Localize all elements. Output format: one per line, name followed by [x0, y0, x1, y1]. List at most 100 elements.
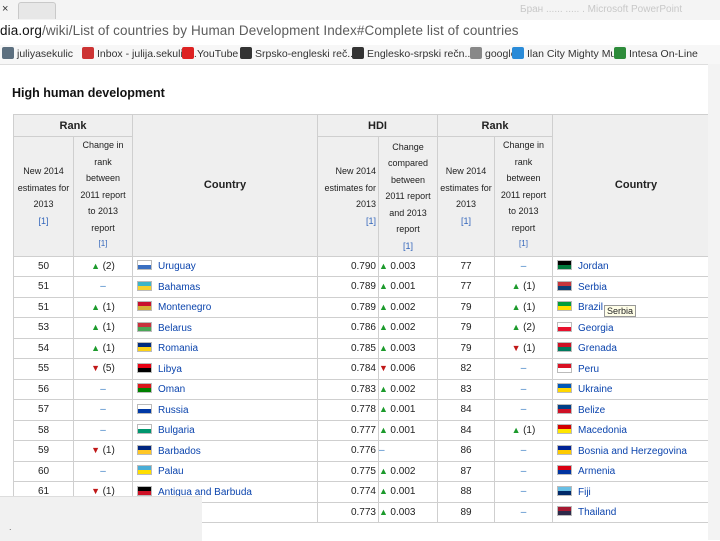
- flag-icon: [557, 280, 572, 291]
- rank-cell-right: 83: [437, 378, 495, 400]
- arrow-up-icon: ▲: [379, 465, 391, 476]
- flag-icon: [557, 465, 572, 476]
- page-icon: [470, 47, 482, 59]
- country-link[interactable]: Fiji: [578, 487, 591, 498]
- country-link[interactable]: Montenegro: [158, 302, 211, 313]
- country-link[interactable]: Peru: [578, 364, 599, 375]
- flag-icon: [137, 342, 152, 353]
- change-value: (1): [523, 281, 536, 293]
- country-cell: Uruguay: [132, 255, 318, 277]
- country-link[interactable]: Brazil: [578, 302, 603, 313]
- change-value: 0.002: [390, 322, 416, 334]
- change-value: (1): [102, 445, 115, 457]
- change-value: (1): [102, 301, 115, 313]
- scrollbar[interactable]: [708, 64, 720, 540]
- country-link[interactable]: Serbia: [578, 282, 607, 293]
- close-icon[interactable]: ×: [2, 3, 8, 15]
- change-value: (2): [523, 322, 536, 334]
- country-link[interactable]: Belarus: [158, 323, 192, 334]
- change-value: (1): [523, 342, 536, 354]
- bookmarks-bar: juliyasekulic Inbox - julija.sekulic... Yo…: [0, 45, 720, 65]
- arrow-up-icon: ▲: [511, 424, 524, 435]
- url-text: dia.org/wiki/List of countries by Human …: [0, 23, 519, 38]
- tooltip: Serbia: [604, 305, 637, 317]
- rank-change-cell-right: ▲ (1): [494, 276, 553, 298]
- hdi-change-cell: ▲ 0.003: [378, 337, 438, 359]
- flag-icon: [137, 321, 152, 332]
- k-icon: [240, 47, 252, 59]
- url-host: dia.org: [0, 23, 42, 38]
- country-link[interactable]: Grenada: [578, 343, 617, 354]
- arrow-down-icon: ▼: [379, 363, 391, 374]
- header-hdi-estimates: New 2014 estimates for 2013 [1]: [317, 136, 379, 257]
- country-link[interactable]: Russia: [158, 405, 189, 416]
- rank-change-cell-right: –: [494, 378, 553, 400]
- country-link[interactable]: Libya: [158, 364, 182, 375]
- change-value: (1): [102, 342, 115, 354]
- change-value: 0.003: [390, 342, 416, 354]
- hdi-change-cell: ▲ 0.002: [378, 296, 438, 318]
- rank-cell: 58: [13, 419, 74, 441]
- flag-icon: [137, 301, 152, 312]
- bookmark-item[interactable]: Srpsko-engleski reč...: [240, 47, 356, 60]
- country-cell-right: Grenada: [552, 337, 720, 359]
- country-link[interactable]: Belize: [578, 405, 605, 416]
- rank-cell-right: 79: [437, 337, 495, 359]
- country-cell-right: Jordan: [552, 255, 720, 277]
- flag-icon: [137, 362, 152, 373]
- rank-cell-right: 86: [437, 440, 495, 462]
- change-value: –: [520, 383, 527, 395]
- rank-cell: 60: [13, 460, 74, 482]
- flag-icon: [137, 485, 152, 496]
- bookmark-item[interactable]: Ilan City Mighty Mu...: [512, 47, 625, 60]
- country-link[interactable]: Jordan: [578, 261, 609, 272]
- gmail-icon: [82, 47, 94, 59]
- change-value: (1): [523, 424, 536, 436]
- table-row: 58– Bulgaria 0.777 ▲ 0.001 84 ▲ (1) Macedonia: [13, 419, 720, 441]
- header-rank: Rank: [13, 114, 133, 137]
- country-link[interactable]: Macedonia: [578, 425, 627, 436]
- country-link[interactable]: Armenia: [578, 466, 615, 477]
- arrow-up-icon: ▲: [91, 342, 103, 353]
- change-value: 0.002: [390, 383, 416, 395]
- country-link[interactable]: Bahamas: [158, 282, 200, 293]
- arrow-down-icon: ▼: [91, 486, 103, 497]
- country-link[interactable]: Thailand: [578, 507, 616, 518]
- bookmark-item[interactable]: YouTube: [182, 47, 238, 60]
- bookmark-item[interactable]: google: [470, 47, 517, 60]
- rank-change-cell: ▲ (2): [73, 255, 133, 277]
- rank-change-cell-right: –: [494, 481, 553, 503]
- table-row: 57– Russia 0.778 ▲ 0.001 84– Belize: [13, 399, 720, 421]
- country-link[interactable]: Bosnia and Herzegovina: [578, 446, 687, 457]
- flag-icon: [137, 444, 152, 455]
- bookmark-item[interactable]: Englesko-srpski rečn...: [352, 47, 473, 60]
- rank-change-cell-right: ▼ (1): [494, 337, 553, 359]
- change-value: (1): [102, 322, 115, 334]
- flag-icon: [557, 342, 572, 353]
- country-cell-right: Armenia: [552, 460, 720, 482]
- country-cell: Belarus: [132, 317, 318, 339]
- flag-icon: [137, 403, 152, 414]
- hdi-change-cell: ▲ 0.001: [378, 419, 438, 441]
- country-link[interactable]: Palau: [158, 466, 184, 477]
- bookmark-item[interactable]: Inbox - julija.sekulic...: [82, 47, 197, 60]
- bookmark-item[interactable]: Intesa On-Line: [614, 47, 698, 60]
- country-link[interactable]: Bulgaria: [158, 425, 195, 436]
- country-link[interactable]: Uruguay: [158, 261, 196, 272]
- table-row: 59 ▼ (1) Barbados 0.776–86– Bosnia and Herze…: [13, 440, 720, 462]
- jimdo-icon: [512, 47, 524, 59]
- window-title: Бран ...... ..... . Microsoft PowerPoint: [520, 4, 683, 15]
- browser-tab[interactable]: [18, 2, 56, 19]
- rank-cell: 57: [13, 399, 74, 421]
- address-bar[interactable]: dia.org/wiki/List of countries by Human …: [0, 20, 720, 46]
- country-cell-right: Belize: [552, 399, 720, 421]
- country-link[interactable]: Ukraine: [578, 384, 612, 395]
- country-link[interactable]: Barbados: [158, 446, 201, 457]
- flag-icon: [557, 506, 572, 517]
- arrow-up-icon: ▲: [379, 404, 391, 415]
- country-link[interactable]: Georgia: [578, 323, 614, 334]
- header-change-rank-right: Change in rank between 2011 report to 2013 re…: [494, 136, 553, 257]
- country-link[interactable]: Oman: [158, 384, 185, 395]
- country-link[interactable]: Romania: [158, 343, 198, 354]
- bookmark-item[interactable]: juliyasekulic: [2, 47, 73, 60]
